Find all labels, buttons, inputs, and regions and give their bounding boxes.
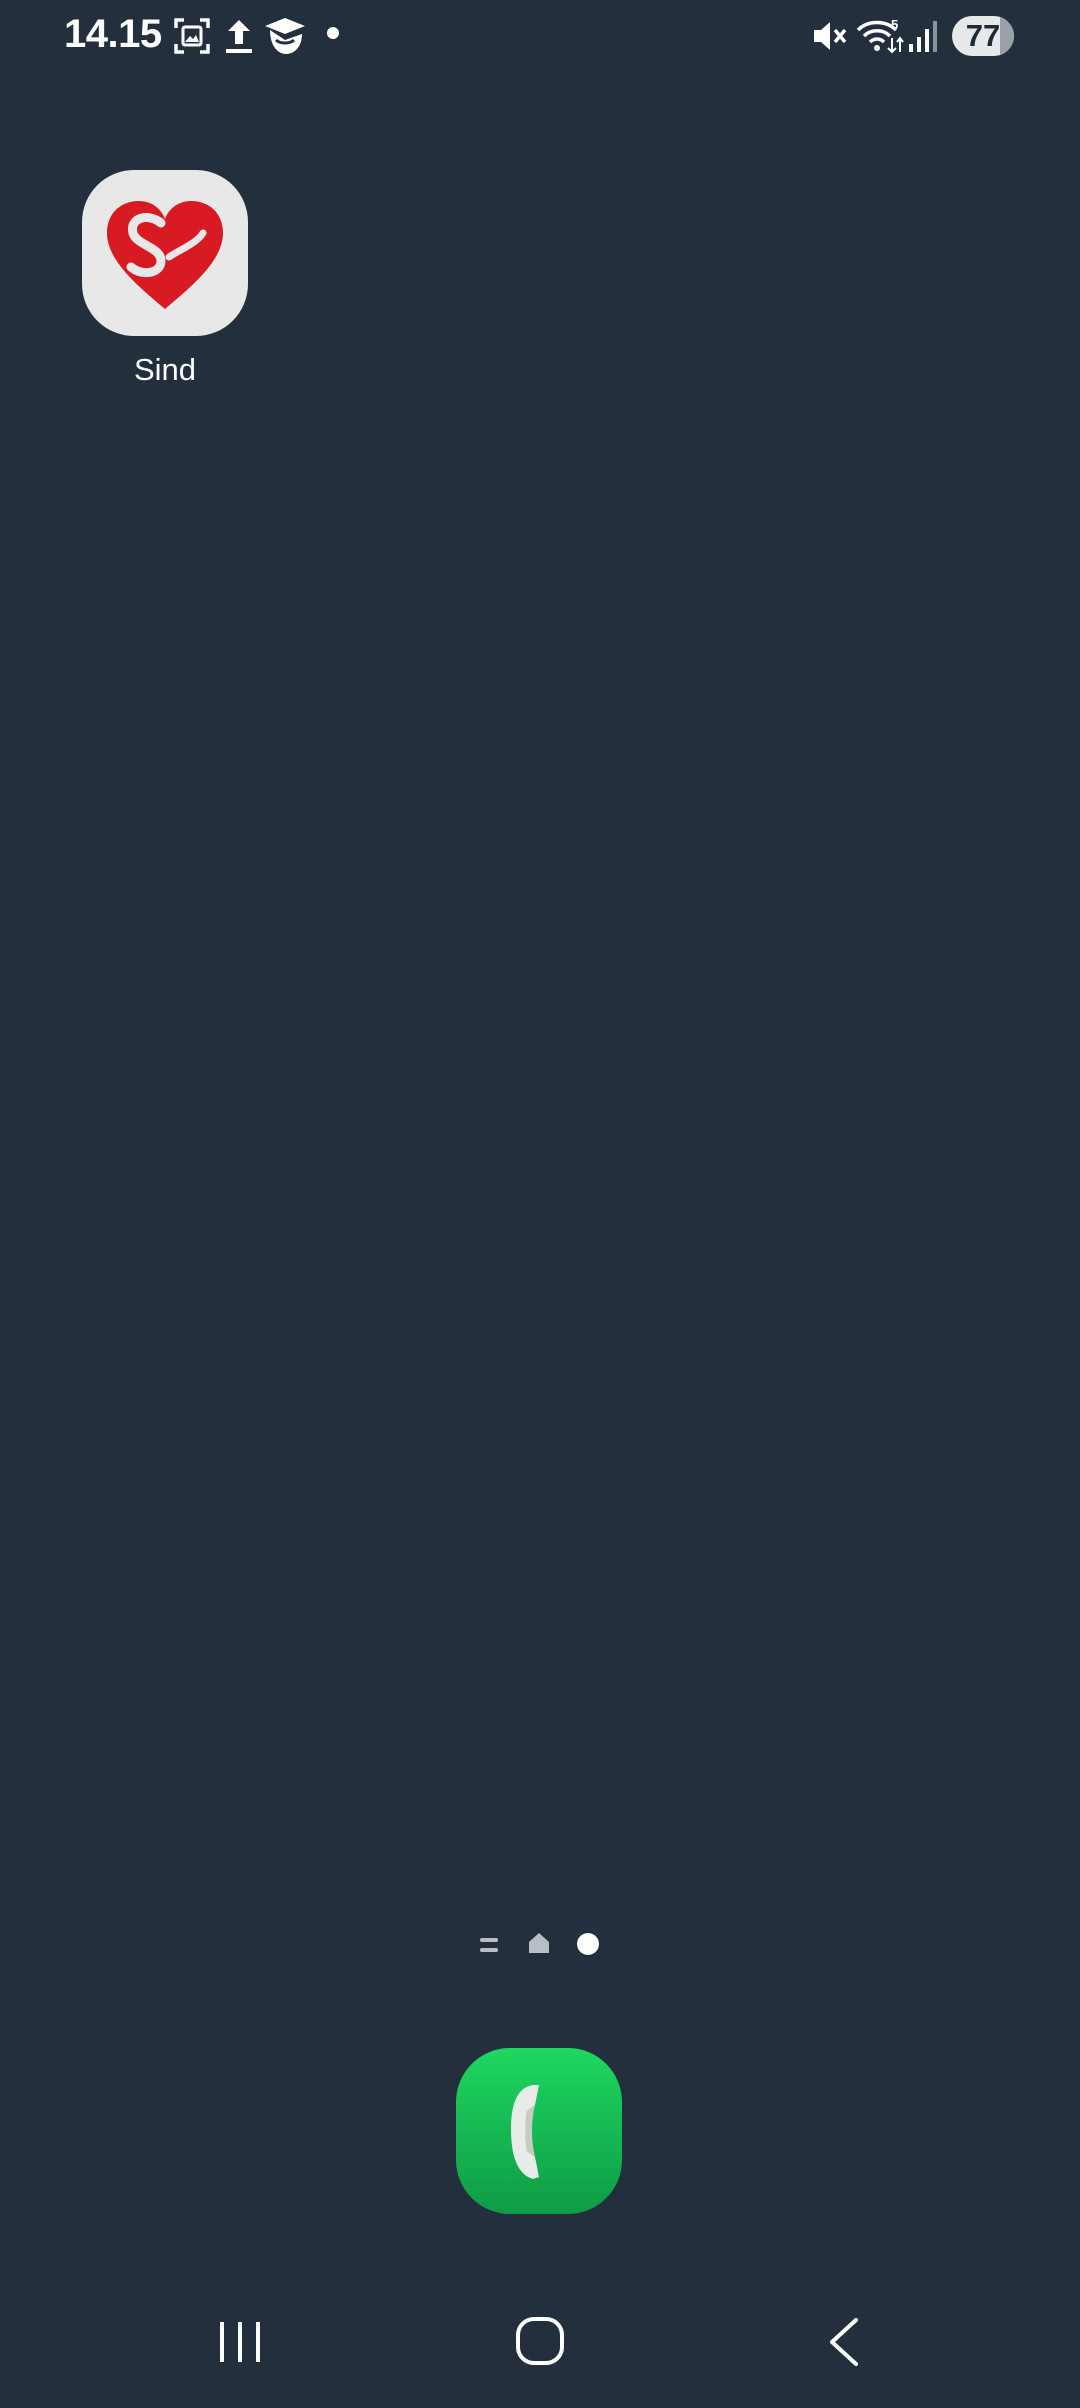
status-time: 14.15 bbox=[64, 12, 162, 56]
svg-text:5: 5 bbox=[891, 17, 898, 32]
app-notification-icon bbox=[265, 18, 305, 54]
signal-icon bbox=[909, 21, 937, 52]
dot-icon bbox=[327, 27, 339, 39]
back-button[interactable] bbox=[814, 2314, 874, 2370]
phone-icon[interactable] bbox=[489, 2071, 589, 2191]
home-page-icon[interactable] bbox=[526, 1930, 552, 1956]
home-button[interactable] bbox=[510, 2314, 570, 2370]
upload-icon bbox=[226, 20, 252, 53]
menu-page-icon[interactable] bbox=[478, 1934, 502, 1956]
page-indicator bbox=[0, 1928, 1080, 1960]
wifi-icon: 5 bbox=[856, 17, 904, 54]
phone-app[interactable] bbox=[456, 2048, 622, 2214]
app-label: Sind bbox=[133, 352, 197, 387]
status-bar: 14.15 5 77 bbox=[0, 0, 1080, 72]
battery-icon: 77 bbox=[952, 16, 1014, 56]
current-page-dot[interactable] bbox=[576, 1932, 600, 1956]
screenshot-icon bbox=[174, 18, 210, 54]
recent-apps-button[interactable] bbox=[210, 2314, 270, 2370]
mute-icon bbox=[814, 22, 847, 50]
sind-heart-icon[interactable] bbox=[82, 170, 248, 336]
navigation-bar bbox=[0, 2300, 1080, 2384]
app-sind[interactable]: Sind bbox=[80, 170, 250, 388]
battery-level: 77 bbox=[965, 18, 1001, 53]
